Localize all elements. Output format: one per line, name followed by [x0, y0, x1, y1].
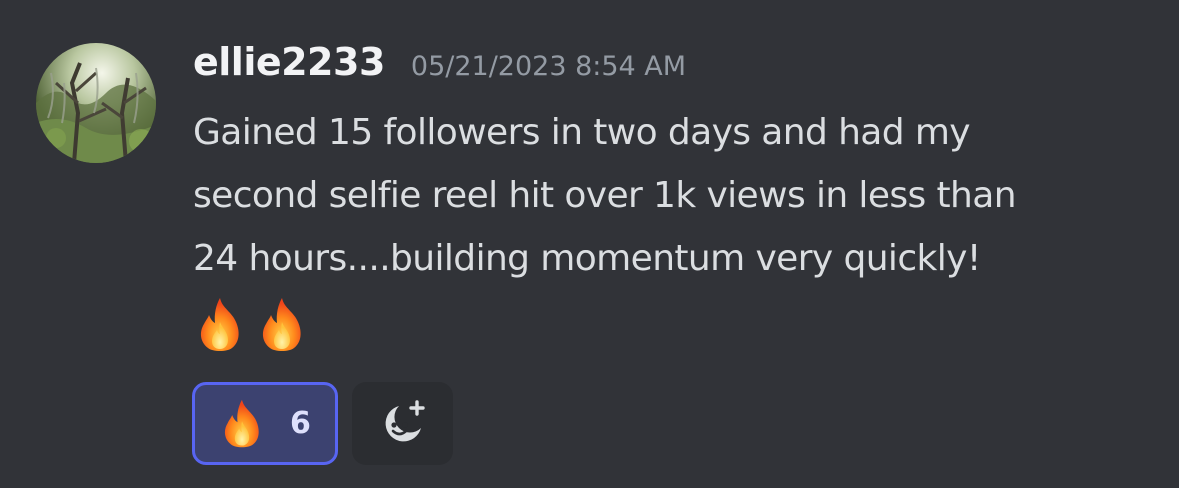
avatar[interactable] [36, 43, 156, 163]
add-reaction-button[interactable] [352, 382, 453, 465]
message-emojis [196, 296, 306, 354]
message-header: ellie2233 05/21/2023 8:54 AM [193, 40, 686, 96]
username[interactable]: ellie2233 [193, 40, 385, 84]
add-reaction-icon [385, 399, 425, 441]
message-text-line: second selfie reel hit over 1k views in … [193, 175, 1017, 216]
fire-emoji-icon [258, 296, 306, 354]
fire-emoji-icon [196, 296, 244, 354]
message-text-line: Gained 15 followers in two days and had … [193, 112, 971, 153]
fire-emoji-icon [220, 398, 264, 450]
avatar-image [36, 43, 156, 163]
reactions-bar: 6 [192, 382, 453, 465]
timestamp[interactable]: 05/21/2023 8:54 AM [411, 51, 686, 82]
chat-message: ellie2233 05/21/2023 8:54 AM Gained 15 f… [0, 0, 1179, 488]
reaction-count: 6 [290, 406, 311, 441]
message-content: Gained 15 followers in two days and had … [193, 101, 1153, 290]
fire-reaction-button[interactable]: 6 [192, 382, 338, 465]
message-text-line: 24 hours....building momentum very quick… [193, 238, 981, 279]
